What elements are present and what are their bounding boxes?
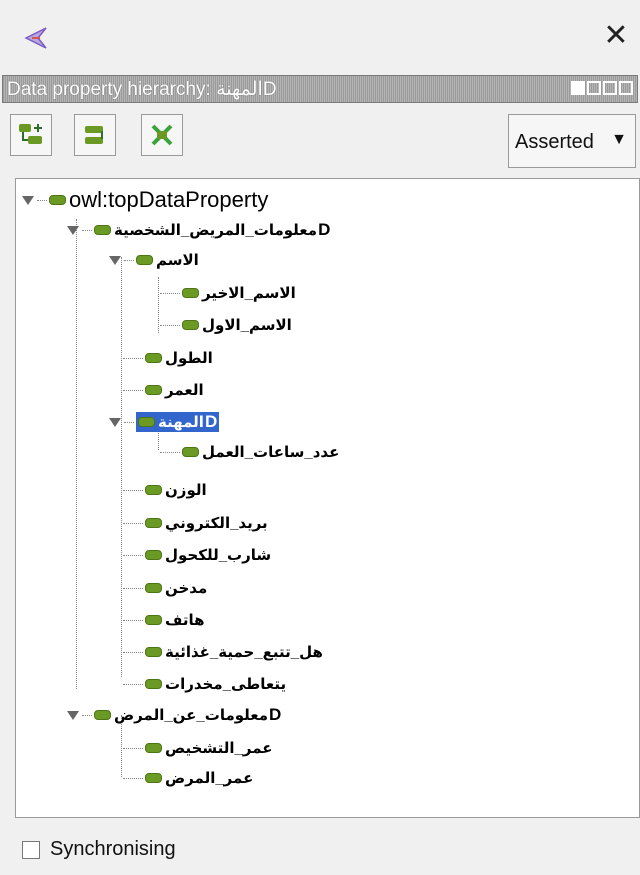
add-sub-property-button[interactable] xyxy=(10,114,52,156)
hierarchy-toolbar: Asserted ▼ xyxy=(0,108,640,170)
property-tree: owl:topDataProperty معلومات_المريض_الشخص… xyxy=(15,178,640,818)
data-property-icon xyxy=(182,447,199,457)
chevron-down-icon: ▼ xyxy=(611,131,627,148)
expand-arrow-icon[interactable] xyxy=(21,193,35,207)
add-sub-property-icon xyxy=(19,124,42,144)
synchronising-option: Synchronising xyxy=(22,838,176,861)
tree-connector xyxy=(76,219,77,689)
tree-row-weight[interactable]: الوزن xyxy=(121,477,207,503)
tree-row-age[interactable]: العمر xyxy=(121,377,204,403)
hierarchy-mode-dropdown[interactable]: Asserted ▼ xyxy=(508,114,636,168)
data-property-icon xyxy=(145,518,162,528)
data-property-icon xyxy=(145,353,162,363)
data-property-icon xyxy=(145,773,162,783)
data-property-icon xyxy=(145,647,162,657)
tree-row-name[interactable]: الاسم xyxy=(108,247,199,273)
view-header: Data property hierarchy: المهنةD xyxy=(2,75,638,103)
delete-property-button[interactable] xyxy=(141,114,183,156)
expand-arrow-icon[interactable] xyxy=(66,708,80,722)
synchronising-label: Synchronising xyxy=(50,838,176,860)
data-property-icon xyxy=(182,320,199,330)
tree-row-occupation[interactable]: المهنة D xyxy=(108,409,220,435)
expand-arrow-icon[interactable] xyxy=(108,253,122,267)
data-property-icon xyxy=(145,385,162,395)
data-property-icon xyxy=(145,615,162,625)
view-minimize-icon[interactable] xyxy=(587,81,601,95)
expand-arrow-icon[interactable] xyxy=(108,415,122,429)
tree-row-diagnosis-age[interactable]: عمر_التشخيص xyxy=(121,735,273,761)
tree-row-disease-info[interactable]: معلومات_عن_المرض D xyxy=(66,702,281,728)
data-property-icon xyxy=(145,550,162,560)
tree-row-last-name[interactable]: الاسم_الاخير xyxy=(158,280,296,306)
window-title-bar: ✕ xyxy=(0,0,640,70)
add-sibling-property-button[interactable] xyxy=(74,114,116,156)
data-property-icon xyxy=(49,195,66,205)
data-property-icon xyxy=(145,485,162,495)
tree-row-height[interactable]: الطول xyxy=(121,345,213,371)
tree-row-work-hours[interactable]: عدد_ساعات_العمل xyxy=(158,439,339,465)
tree-row-disease-age[interactable]: عمر_المرض xyxy=(121,765,253,791)
view-controls xyxy=(571,81,633,95)
delete-property-icon xyxy=(151,124,173,146)
expand-arrow-icon[interactable] xyxy=(66,223,80,237)
data-property-icon xyxy=(136,255,153,265)
tree-row-first-name[interactable]: الاسم_الاول xyxy=(158,312,292,338)
tree-row-smoker[interactable]: مدخن xyxy=(121,575,207,601)
tree-row-diet[interactable]: هل_تتبع_حمية_غذائية xyxy=(121,639,323,665)
synchronising-checkbox[interactable] xyxy=(22,840,40,859)
view-close-icon[interactable] xyxy=(619,81,633,95)
data-property-icon xyxy=(94,225,111,235)
data-property-icon xyxy=(145,743,162,753)
protege-logo-icon xyxy=(24,27,47,49)
add-sibling-property-icon xyxy=(85,126,103,144)
view-float-icon[interactable] xyxy=(603,81,617,95)
data-property-icon xyxy=(138,417,155,427)
tree-row-drinks-alcohol[interactable]: شارب_للكحول xyxy=(121,542,271,568)
selected-node[interactable]: المهنة D xyxy=(136,412,220,432)
data-property-icon xyxy=(182,288,199,298)
data-property-icon xyxy=(145,583,162,593)
tree-row-email[interactable]: بريد_الكتروني xyxy=(121,510,268,536)
tree-row-patient-info[interactable]: معلومات_المريض_الشخصية D xyxy=(66,217,330,243)
data-property-icon xyxy=(145,679,162,689)
hierarchy-mode-label: Asserted xyxy=(515,131,594,153)
view-pin-icon[interactable] xyxy=(571,81,585,95)
view-title: Data property hierarchy: المهنةD xyxy=(7,79,277,100)
close-window-button[interactable]: ✕ xyxy=(600,20,632,52)
data-property-icon xyxy=(94,710,111,720)
tree-row-root[interactable]: owl:topDataProperty xyxy=(21,187,268,213)
tree-row-phone[interactable]: هاتف xyxy=(121,607,205,633)
tree-row-drugs[interactable]: يتعاطى_مخدرات xyxy=(121,671,286,697)
